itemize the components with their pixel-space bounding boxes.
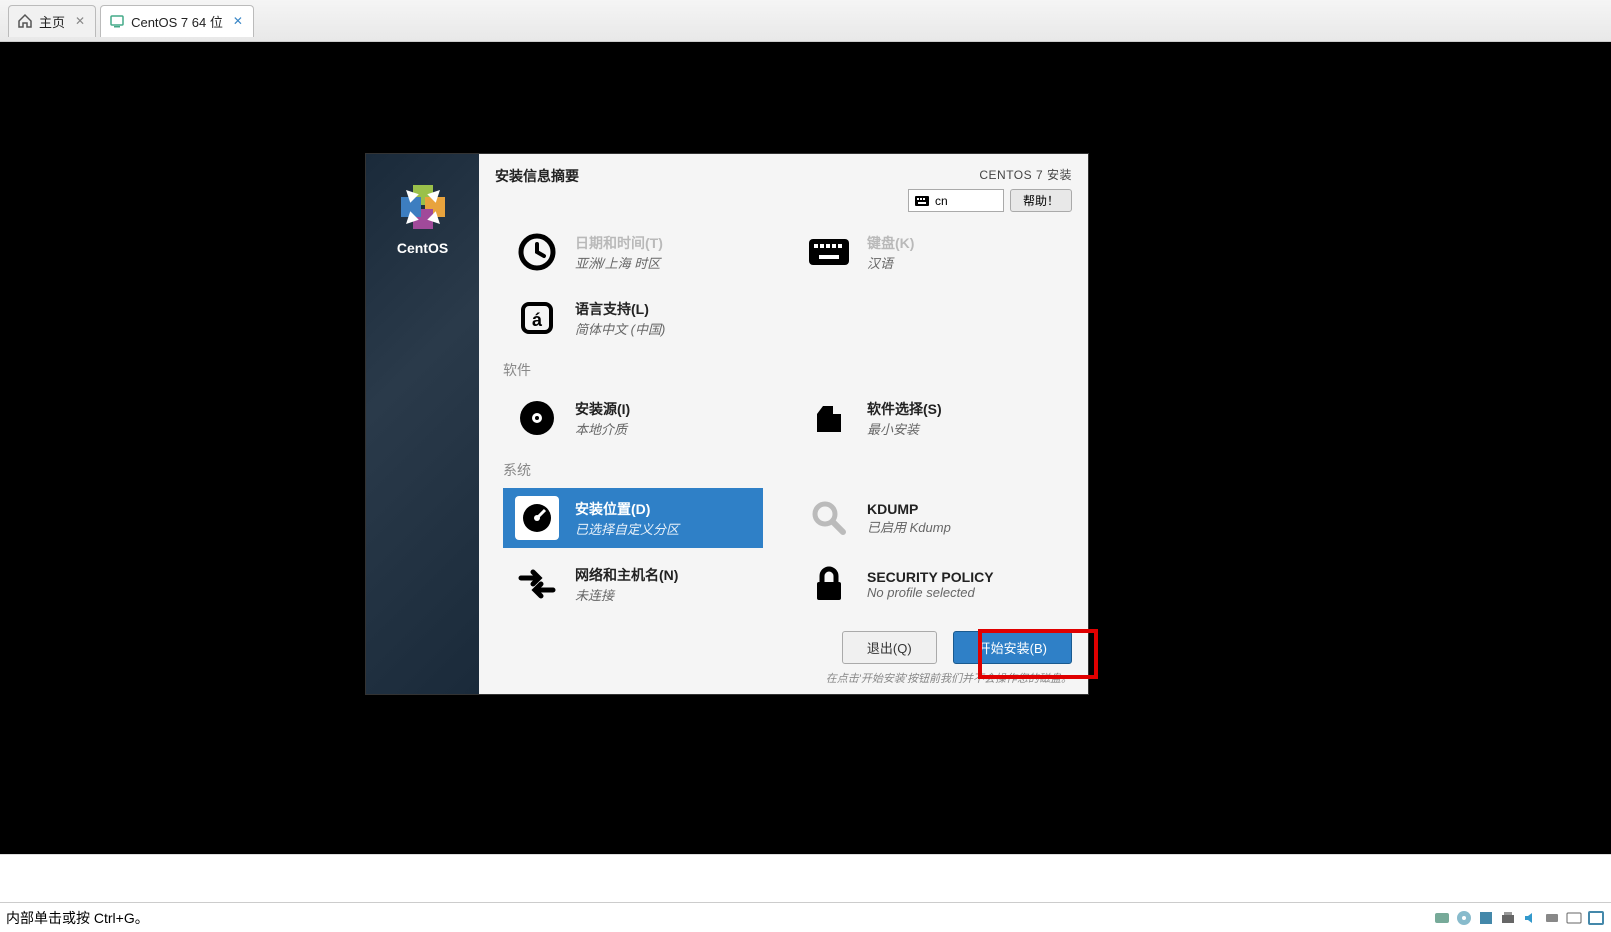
keyboard-icon [915, 196, 929, 206]
spoke-language[interactable]: á 语言支持(L) 简体中文 (中国) [503, 288, 763, 348]
tray-sound-icon[interactable] [1521, 909, 1539, 927]
vm-console[interactable]: CentOS 安装信息摘要 CENTOS 7 安装 cn 帮助！ [0, 42, 1611, 854]
spoke-title: 安装位置(D) [575, 499, 679, 519]
installer-sidebar: CentOS [366, 154, 479, 694]
spoke-software-selection[interactable]: 软件选择(S) 最小安装 [795, 388, 1055, 448]
tray-msg-icon[interactable] [1565, 909, 1583, 927]
status-bar: 内部单击或按 Ctrl+G。 [0, 902, 1611, 932]
spoke-datetime[interactable]: 日期和时间(T) 亚洲/上海 时区 [503, 222, 763, 282]
keyboard-indicator[interactable]: cn [908, 189, 1004, 212]
package-icon [807, 396, 851, 440]
tab-label: 主页 [39, 12, 65, 31]
spoke-kdump[interactable]: KDUMP 已启用 Kdump [795, 488, 1055, 548]
spoke-title: 语言支持(L) [575, 299, 665, 319]
spoke-sub: No profile selected [867, 585, 994, 600]
centos-logo-icon [398, 182, 448, 232]
spoke-network[interactable]: 网络和主机名(N) 未连接 [503, 554, 763, 614]
help-button[interactable]: 帮助！ [1010, 189, 1072, 212]
page-title: 安装信息摘要 [495, 166, 579, 186]
installer-main: 安装信息摘要 CENTOS 7 安装 cn 帮助！ [479, 154, 1088, 694]
clock-icon [515, 230, 559, 274]
tab-label: CentOS 7 64 位 [131, 12, 223, 31]
tray-icons [1433, 909, 1605, 927]
spoke-keyboard[interactable]: 键盘(K) 汉语 [795, 222, 1055, 282]
header-brand: CENTOS 7 安装 [979, 166, 1072, 183]
spoke-install-source[interactable]: 安装源(I) 本地介质 [503, 388, 763, 448]
lang-code: cn [935, 194, 948, 208]
spoke-sub: 本地介质 [575, 419, 630, 438]
svg-text:á: á [532, 310, 543, 330]
spoke-destination[interactable]: 安装位置(D) 已选择自定义分区 [503, 488, 763, 548]
section-software: 软件 [503, 360, 1064, 380]
close-icon[interactable]: ✕ [233, 14, 243, 28]
spoke-sub: 简体中文 (中国) [575, 319, 665, 338]
spoke-title: 安装源(I) [575, 399, 630, 419]
tray-printer-icon[interactable] [1499, 909, 1517, 927]
language-icon: á [515, 296, 559, 340]
divider [0, 854, 1611, 902]
tab-vm[interactable]: CentOS 7 64 位 ✕ [100, 5, 254, 37]
centos-brand: CentOS [397, 240, 448, 256]
lock-icon [807, 562, 851, 606]
spoke-security[interactable]: SECURITY POLICY No profile selected [795, 554, 1055, 614]
status-text: 内部单击或按 Ctrl+G。 [6, 908, 149, 928]
spoke-sub: 已选择自定义分区 [575, 519, 679, 538]
tray-disk-icon[interactable] [1433, 909, 1451, 927]
close-icon[interactable]: ✕ [75, 14, 85, 28]
vm-icon [109, 13, 125, 29]
tab-home[interactable]: 主页 ✕ [8, 5, 96, 37]
spoke-sub: 未连接 [575, 585, 678, 604]
tray-cd-icon[interactable] [1455, 909, 1473, 927]
spoke-title: 日期和时间(T) [575, 233, 663, 253]
spoke-sub: 最小安装 [867, 419, 942, 438]
anaconda-installer: CentOS 安装信息摘要 CENTOS 7 安装 cn 帮助！ [366, 154, 1088, 694]
disk-icon [515, 496, 559, 540]
footer-hint: 在点击'开始安装'按钮前我们并不会操作您的磁盘。 [826, 670, 1072, 686]
network-icon [515, 562, 559, 606]
tray-fullscreen-icon[interactable] [1587, 909, 1605, 927]
spoke-title: 软件选择(S) [867, 399, 942, 419]
spoke-title: 网络和主机名(N) [575, 565, 678, 585]
begin-install-button[interactable]: 开始安装(B) [953, 631, 1072, 664]
spoke-area: 日期和时间(T) 亚洲/上海 时区 键盘(K) 汉语 [479, 220, 1088, 621]
disc-icon [515, 396, 559, 440]
spoke-title: 键盘(K) [867, 233, 914, 253]
home-icon [17, 13, 33, 29]
spoke-sub: 亚洲/上海 时区 [575, 253, 663, 272]
spoke-sub: 已启用 Kdump [867, 517, 951, 536]
quit-button[interactable]: 退出(Q) [842, 631, 937, 664]
spoke-title: SECURITY POLICY [867, 569, 994, 585]
keyboard-icon [807, 230, 851, 274]
installer-header: 安装信息摘要 CENTOS 7 安装 cn 帮助！ [479, 154, 1088, 220]
tray-usb-icon[interactable] [1543, 909, 1561, 927]
spoke-sub: 汉语 [867, 253, 914, 272]
search-icon [807, 496, 851, 540]
section-system: 系统 [503, 460, 1064, 480]
tab-bar: 主页 ✕ CentOS 7 64 位 ✕ [0, 0, 1611, 42]
spoke-title: KDUMP [867, 501, 951, 517]
installer-footer: 退出(Q) 开始安装(B) 在点击'开始安装'按钮前我们并不会操作您的磁盘。 [479, 621, 1088, 694]
tray-net-icon[interactable] [1477, 909, 1495, 927]
